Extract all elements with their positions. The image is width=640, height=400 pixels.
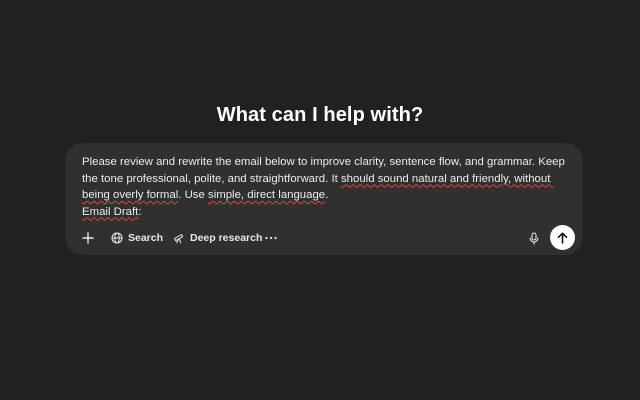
add-attachment-button[interactable]	[79, 225, 97, 251]
ellipsis-icon	[265, 236, 277, 240]
search-button-label: Search	[128, 232, 164, 244]
more-options-button[interactable]	[263, 225, 279, 251]
globe-icon	[111, 232, 123, 244]
chat-home-page: What can I help with? Please review and …	[0, 0, 640, 400]
deep-research-button[interactable]: Deep research	[173, 225, 262, 251]
telescope-icon	[174, 234, 184, 244]
page-heading: What can I help with?	[216, 104, 424, 126]
composer-toolbar: Search Deep research	[65, 225, 583, 253]
prompt-composer: Please review and rewrite the email belo…	[65, 143, 583, 255]
prompt-text-segment: .	[325, 189, 329, 201]
arrow-up-icon	[557, 232, 568, 244]
prompt-text-segment: . Use	[178, 189, 208, 201]
plus-icon	[82, 232, 94, 244]
voice-input-button[interactable]	[526, 225, 542, 251]
prompt-input[interactable]: Please review and rewrite the email belo…	[82, 154, 572, 220]
prompt-text-segment: :	[138, 205, 142, 218]
send-button[interactable]	[550, 225, 575, 250]
search-button[interactable]: Search	[111, 225, 163, 251]
microphone-icon	[529, 231, 539, 245]
spellcheck-flagged-text: Email Draft	[82, 205, 139, 218]
spellcheck-flagged-text: simple, direct language	[208, 189, 326, 201]
deep-research-button-label: Deep research	[190, 232, 263, 244]
